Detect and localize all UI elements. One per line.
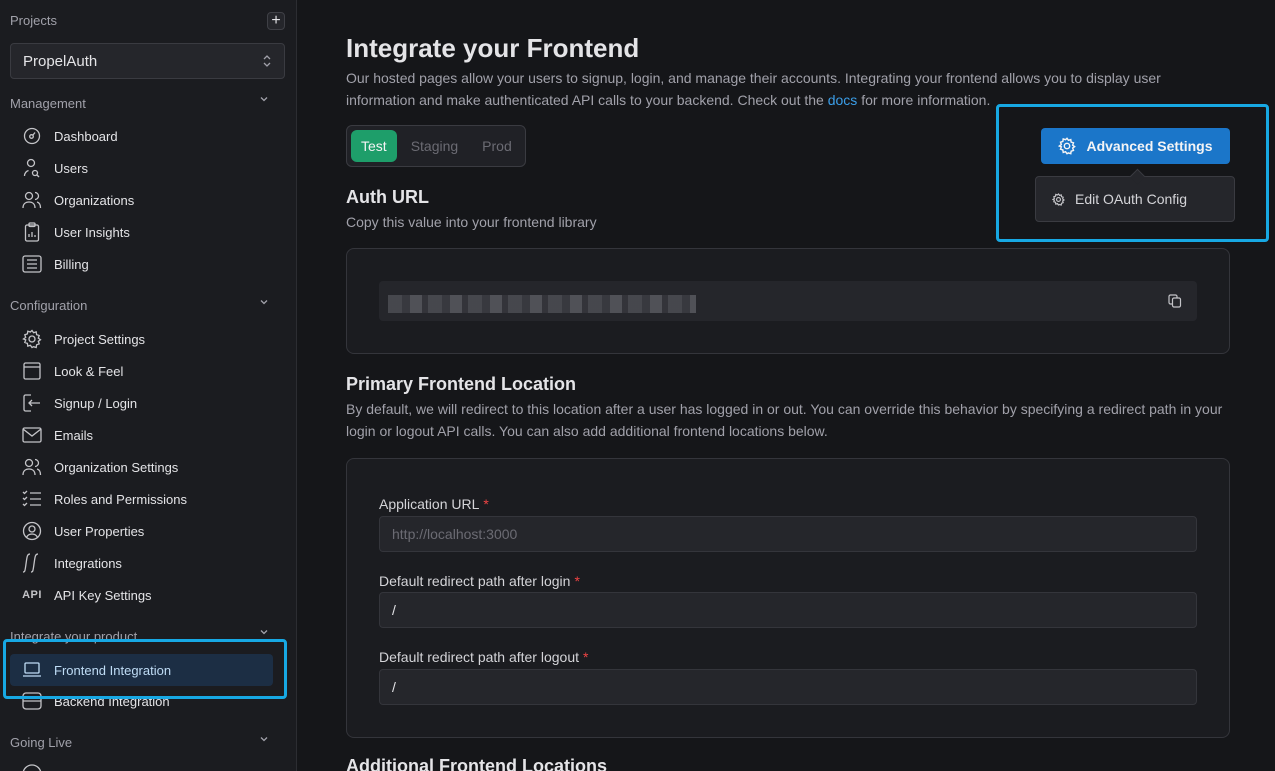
partial-item-icon xyxy=(22,764,42,771)
main-content: Integrate your Frontend Our hosted pages… xyxy=(298,0,1275,771)
chevron-down-icon[interactable] xyxy=(258,626,270,638)
description-text: Our hosted pages allow your users to sig… xyxy=(346,70,1161,108)
sidebar-item-user-properties[interactable]: User Properties xyxy=(10,515,273,547)
sidebar-item-label: Organization Settings xyxy=(54,459,179,475)
redacted-auth-url xyxy=(388,295,696,313)
checklist-icon xyxy=(22,489,42,509)
sidebar-item-label: Organizations xyxy=(54,192,135,208)
sidebar-item-label: Billing xyxy=(54,256,89,272)
api-icon: API xyxy=(22,589,42,601)
advanced-settings-button[interactable]: Advanced Settings xyxy=(1041,128,1230,164)
auth-url-card xyxy=(346,248,1230,354)
chevron-down-icon[interactable] xyxy=(258,93,270,105)
users-icon xyxy=(22,190,42,210)
docs-link[interactable]: docs xyxy=(828,92,858,108)
sidebar-item-frontend-integration[interactable]: Frontend Integration xyxy=(10,654,273,686)
sidebar-item-label: Signup / Login xyxy=(54,395,138,411)
section-title-configuration: Configuration xyxy=(10,298,88,313)
sidebar-item-api-key-settings[interactable]: API API Key Settings xyxy=(10,579,273,611)
login-redirect-label: Default redirect path after login * xyxy=(379,573,580,589)
application-url-label: Application URL * xyxy=(379,496,489,512)
section-title-integrate: Integrate your product xyxy=(10,629,138,644)
plus-icon: + xyxy=(271,12,281,29)
sidebar-item-label: User Insights xyxy=(54,224,130,240)
sidebar-item-label: Users xyxy=(54,160,88,176)
sidebar-item-backend-integration[interactable]: Backend Integration xyxy=(10,685,273,717)
copy-icon[interactable] xyxy=(1167,293,1183,309)
sidebar: Projects + PropelAuth Management Dashboa… xyxy=(0,0,297,771)
primary-location-heading: Primary Frontend Location xyxy=(346,374,577,394)
page-title: Integrate your Frontend xyxy=(346,33,640,63)
advanced-settings-label: Advanced Settings xyxy=(1086,138,1213,154)
sidebar-item-label: Emails xyxy=(54,427,94,443)
sidebar-item-label: Roles and Permissions xyxy=(54,491,187,507)
sidebar-item-billing[interactable]: Billing xyxy=(10,248,273,280)
sidebar-item-emails[interactable]: Emails xyxy=(10,419,273,451)
user-search-icon xyxy=(22,158,42,178)
sidebar-item-label: Backend Integration xyxy=(54,693,170,709)
sidebar-item-label: Frontend Integration xyxy=(54,662,172,678)
login-icon xyxy=(22,393,42,413)
section-title-management: Management xyxy=(10,96,86,111)
logout-redirect-label: Default redirect path after logout * xyxy=(379,649,589,665)
gear-icon xyxy=(22,329,42,349)
sidebar-item-project-settings[interactable]: Project Settings xyxy=(10,323,273,355)
chevron-down-icon[interactable] xyxy=(258,733,270,745)
sidebar-item-dashboard[interactable]: Dashboard xyxy=(10,120,273,152)
environment-tabs: Test Staging Prod xyxy=(346,125,526,167)
sidebar-item-users[interactable]: Users xyxy=(10,152,273,184)
gear-icon xyxy=(1052,192,1065,206)
updown-icon xyxy=(262,54,272,68)
project-select-value: PropelAuth xyxy=(23,52,98,70)
gauge-icon xyxy=(22,126,42,146)
add-project-button[interactable]: + xyxy=(267,12,285,30)
menu-item-edit-oauth-config[interactable]: Edit OAuth Config xyxy=(1035,176,1235,222)
sidebar-item-user-insights[interactable]: User Insights xyxy=(10,216,273,248)
sidebar-item-roles-and-permissions[interactable]: Roles and Permissions xyxy=(10,483,273,515)
auth-url-heading: Auth URL xyxy=(346,187,429,207)
sidebar-item-look-and-feel[interactable]: Look & Feel xyxy=(10,355,273,387)
gear-bolt-icon xyxy=(1058,137,1077,155)
section-title-going-live: Going Live xyxy=(10,735,73,750)
description-text-end: for more information. xyxy=(857,92,991,108)
list-box-icon xyxy=(22,254,42,274)
sidebar-item-label: Look & Feel xyxy=(54,363,124,379)
application-url-input[interactable] xyxy=(379,516,1197,552)
primary-location-subtext: By default, we will redirect to this loc… xyxy=(346,401,1223,439)
sidebar-item-organizations[interactable]: Organizations xyxy=(10,184,273,216)
tab-test[interactable]: Test xyxy=(351,130,397,162)
laptop-icon xyxy=(22,660,42,680)
auth-url-field[interactable] xyxy=(379,281,1197,321)
sidebar-item-signup-login[interactable]: Signup / Login xyxy=(10,387,273,419)
menu-item-label: Edit OAuth Config xyxy=(1075,191,1188,207)
sidebar-item-organization-settings[interactable]: Organization Settings xyxy=(10,451,273,483)
project-select[interactable]: PropelAuth xyxy=(10,43,285,79)
sidebar-item-label: Dashboard xyxy=(54,128,118,144)
chevron-down-icon[interactable] xyxy=(258,296,270,308)
tab-prod[interactable]: Prod xyxy=(472,130,522,162)
login-redirect-input[interactable] xyxy=(379,592,1197,628)
server-icon xyxy=(22,691,42,711)
projects-label: Projects xyxy=(10,13,57,28)
additional-locations-heading: Additional Frontend Locations xyxy=(346,756,607,771)
primary-location-card: Application URL* Default redirect path a… xyxy=(346,458,1230,738)
users-icon xyxy=(22,457,42,477)
sidebar-item-label: Integrations xyxy=(54,555,122,571)
sidebar-item-label: User Properties xyxy=(54,523,145,539)
window-icon xyxy=(22,361,42,381)
logout-redirect-input[interactable] xyxy=(379,669,1197,705)
user-circle-icon xyxy=(22,521,42,541)
sidebar-item-integrations[interactable]: Integrations xyxy=(10,547,273,579)
sidebar-item-label: API Key Settings xyxy=(54,587,152,603)
auth-url-subtext: Copy this value into your frontend libra… xyxy=(346,214,597,230)
sidebar-item-label: Project Settings xyxy=(54,331,146,347)
clipboard-chart-icon xyxy=(22,222,42,242)
tab-staging[interactable]: Staging xyxy=(401,130,468,162)
mail-icon xyxy=(22,425,42,445)
integral-icon xyxy=(22,553,42,573)
